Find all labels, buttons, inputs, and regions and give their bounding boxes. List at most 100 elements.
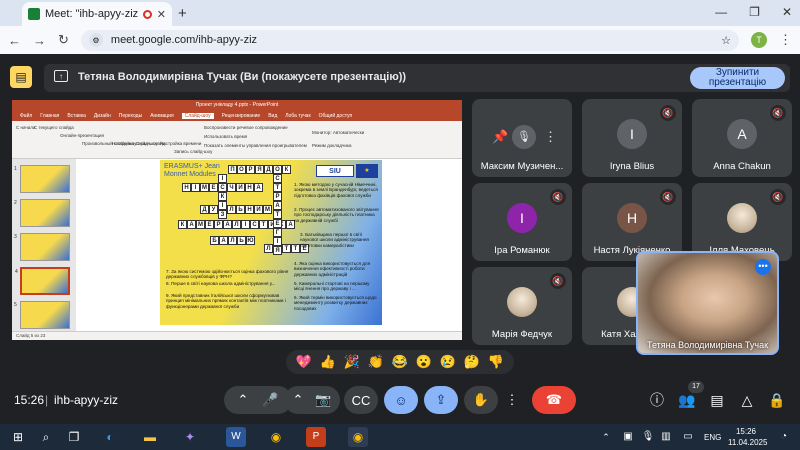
slide-thumbnail[interactable]: 1 [14, 165, 70, 193]
camera-tray-icon[interactable]: ▣ [618, 427, 638, 447]
chevron-up-icon[interactable]: ⌃ [237, 392, 248, 408]
slide-thumbnail[interactable]: 3 [14, 233, 70, 261]
browser-menu-icon[interactable]: ⋮ [779, 32, 792, 48]
reaction-emoji[interactable]: 😂 [392, 354, 408, 370]
ribbon-item[interactable]: Запись слайд-шоу [174, 149, 212, 154]
stop-presenting-button[interactable]: Зупинити презентацію [690, 67, 785, 89]
participant-tile[interactable]: 🔇 A Anna Chakun [692, 99, 792, 177]
ribbon-checkbox[interactable]: Показать элементы управления проигрывате… [204, 143, 307, 148]
camera-control[interactable]: ⌃ 📷 [284, 386, 340, 414]
microphone-icon[interactable]: 🎤 [262, 392, 278, 408]
ribbon-tab[interactable]: Главная [40, 113, 59, 119]
powerpoint-icon[interactable]: P [306, 427, 326, 447]
network-icon[interactable]: ▥ [656, 427, 676, 447]
search-icon[interactable]: ⌕ [36, 427, 56, 447]
participant-tile[interactable]: 🔇 Марія Федчук [472, 267, 572, 345]
ribbon-tab[interactable]: Файл [20, 113, 32, 119]
reaction-emoji[interactable]: 👍 [320, 354, 336, 370]
meeting-details-button[interactable]: ⓘ [646, 389, 668, 411]
new-tab-button[interactable]: + [178, 5, 187, 22]
slide-thumbnail[interactable]: 2 [14, 199, 70, 227]
copilot-icon[interactable]: ✦ [180, 427, 200, 447]
minimize-button[interactable]: — [715, 5, 727, 19]
raise-hand-button[interactable]: ✋ [464, 386, 498, 414]
ribbon-item[interactable]: С текущего слайда [34, 125, 74, 130]
ribbon-tab[interactable]: Рецензирование [222, 113, 261, 119]
emoji-reactions-button[interactable]: ☺ [384, 386, 418, 414]
ribbon-tab[interactable]: Вид [268, 113, 277, 119]
more-options-icon[interactable]: ••• [755, 259, 771, 275]
slide-thumbnail-selected[interactable]: 4 [15, 267, 70, 295]
task-view-icon[interactable]: ❐ [64, 427, 84, 447]
mic-tray-icon[interactable]: 🎙 [638, 427, 658, 447]
reaction-emoji[interactable]: 👏 [368, 354, 384, 370]
reload-icon[interactable]: ↻ [58, 32, 69, 48]
more-options-button[interactable]: ⋮ [502, 386, 522, 414]
ribbon-tab[interactable]: Дизайн [94, 113, 111, 119]
ribbon-checkbox[interactable]: Воспроизвести речевое сопровождение [204, 125, 288, 130]
mic-off-icon[interactable]: 🎙 [512, 125, 536, 149]
back-icon[interactable]: ← [8, 33, 21, 48]
ribbon-tab[interactable]: Переходы [119, 113, 142, 119]
edge-icon[interactable]: ◐ [100, 427, 120, 447]
chrome-active-icon[interactable]: ◉ [348, 427, 368, 447]
chevron-up-icon[interactable]: ⌃ [596, 427, 616, 447]
slide-thumbnail[interactable]: 5 [14, 301, 70, 329]
reaction-emoji[interactable]: 🤔 [464, 354, 480, 370]
pin-icon[interactable]: 📌 [492, 129, 508, 145]
restore-button[interactable]: ❐ [749, 5, 760, 19]
language-indicator[interactable]: ENG [704, 433, 721, 442]
ribbon-checkbox[interactable]: Использовать время [204, 134, 247, 139]
word-icon[interactable]: W [226, 427, 246, 447]
reaction-emoji[interactable]: 😢 [440, 354, 456, 370]
ribbon-tab[interactable]: Общий доступ [319, 113, 353, 119]
ribbon-tab[interactable]: Анимация [150, 113, 173, 119]
ribbon-tab[interactable]: Лоба тучак [285, 113, 310, 119]
address-bar[interactable]: ⚙ meet.google.com/ihb-apyy-ziz ☆ [80, 29, 739, 51]
more-vertical-icon: ⋮ [505, 392, 519, 407]
more-options-icon[interactable]: ⋮ [544, 129, 557, 145]
close-window-button[interactable]: ✕ [782, 5, 792, 19]
site-info-icon[interactable]: ⚙ [88, 33, 103, 47]
chrome-icon[interactable]: ◉ [266, 427, 286, 447]
forward-icon[interactable]: → [33, 33, 46, 48]
microphone-control[interactable]: ⌃ 🎤 [224, 386, 292, 414]
chat-button[interactable]: ▤ [706, 389, 728, 411]
camera-off-icon[interactable]: 📷 [315, 392, 331, 408]
battery-icon[interactable]: ▭ [678, 427, 698, 447]
reaction-emoji[interactable]: 🎉 [344, 354, 360, 370]
monitor-select[interactable]: Монитор: Автоматически [312, 130, 364, 135]
ribbon-tab-active[interactable]: Слайд-шоу [181, 112, 214, 119]
presenter-view-checkbox[interactable]: Режим докладчика [312, 143, 351, 148]
captions-button[interactable]: CC [344, 386, 378, 414]
participant-tile[interactable]: 🔇Ілля Маховець [692, 183, 792, 261]
participant-tile[interactable]: 🔇 І Іра Романюк [472, 183, 572, 261]
participant-tile[interactable]: 🔇 Н Настя Лукіяненко [582, 183, 682, 261]
crossword-cell: А [219, 236, 228, 245]
powerpoint-ribbon-tabs: Файл Главная Вставка Дизайн Переходы Ани… [12, 110, 462, 121]
host-controls-button[interactable]: 🔒 [766, 389, 788, 411]
notifications-icon[interactable]: ◔ [774, 427, 794, 447]
crossword-cell: Л [264, 244, 273, 253]
browser-tab[interactable]: Meet: "ihb-apyy-ziz" ✕ [22, 2, 172, 26]
windows-start-icon[interactable]: ⊞ [8, 427, 28, 447]
reaction-emoji[interactable]: 😮 [416, 354, 432, 370]
close-tab-icon[interactable]: ✕ [157, 8, 166, 21]
taskbar-clock[interactable]: 15:26 11.04.2025 [728, 426, 767, 448]
self-view-tile[interactable]: ••• Тетяна Володимирівна Тучак [636, 251, 779, 355]
reaction-emoji[interactable]: 👎 [488, 354, 504, 370]
ribbon-item[interactable]: Настройка времени [160, 141, 201, 146]
ribbon-tab[interactable]: Вставка [67, 113, 86, 119]
activities-button[interactable]: △ [736, 389, 758, 411]
chevron-up-icon[interactable]: ⌃ [292, 392, 303, 408]
leave-call-button[interactable]: ☎ [532, 386, 576, 414]
participant-tile[interactable]: 🔇 I Iryna Blius [582, 99, 682, 177]
participant-tile[interactable]: 📌 🎙 ⋮ Максим Музичен... [472, 99, 572, 177]
reaction-emoji[interactable]: 💖 [296, 354, 312, 370]
ribbon-item[interactable]: С начала [16, 125, 35, 130]
file-explorer-icon[interactable]: ▬ [140, 427, 160, 447]
present-now-button[interactable]: ⇪ [424, 386, 458, 414]
profile-avatar[interactable]: T [751, 32, 767, 48]
bookmark-star-icon[interactable]: ☆ [721, 34, 731, 47]
ribbon-item[interactable]: Онлайн-презентация [60, 133, 104, 138]
